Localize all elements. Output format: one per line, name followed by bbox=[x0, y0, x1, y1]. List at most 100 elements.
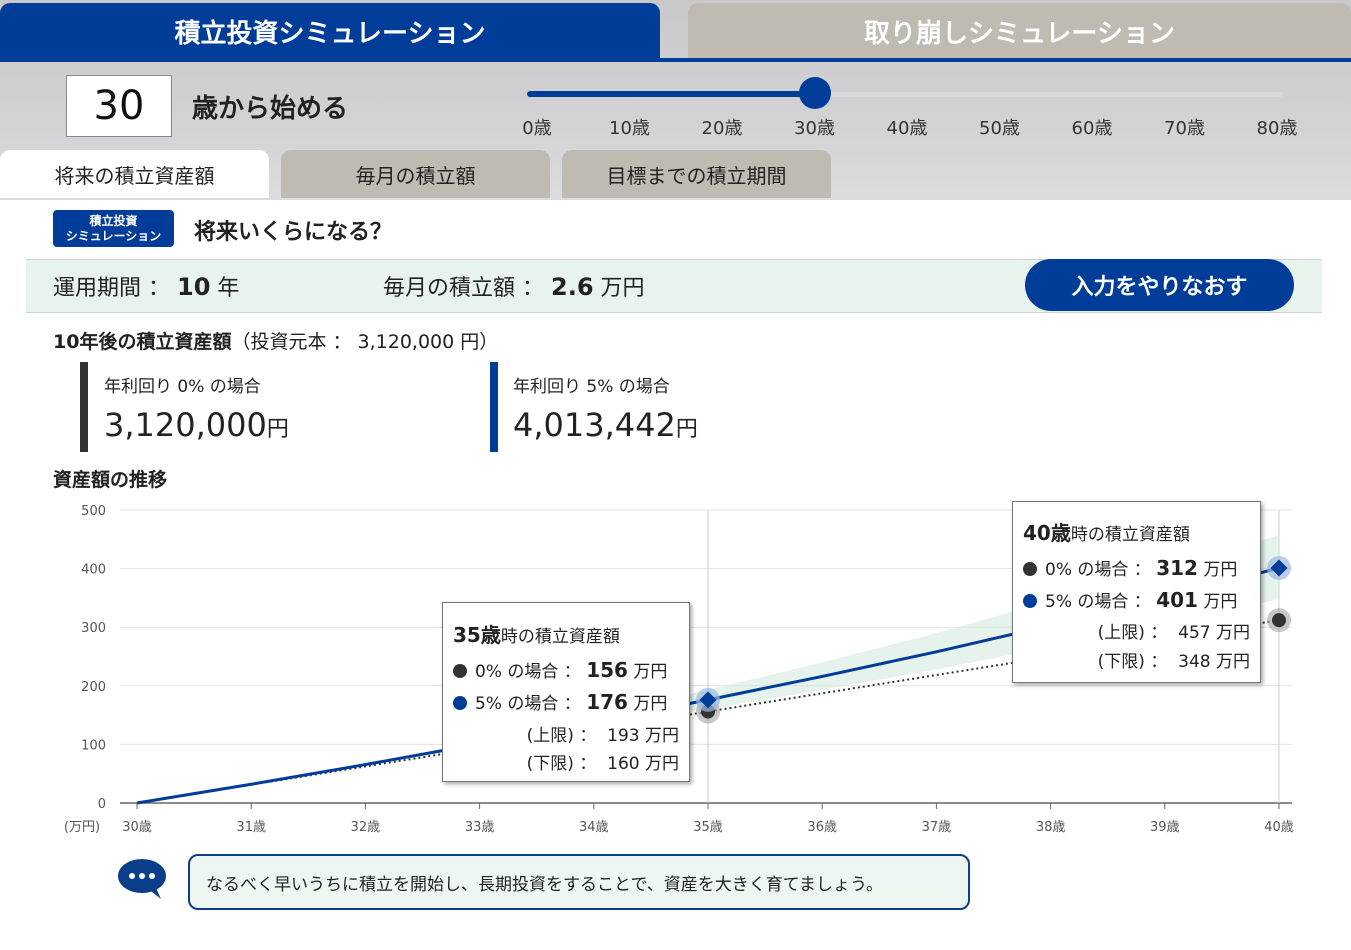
result-unit-5pct: 円 bbox=[675, 417, 698, 442]
tooltip-40-upper-label: (上限) ： bbox=[1097, 623, 1168, 643]
redo-input-button[interactable]: 入力をやりなおす bbox=[1025, 259, 1294, 311]
slider-tick-label: 50歳 bbox=[979, 118, 1020, 139]
tooltip-35-lower-label: (下限) ： bbox=[526, 754, 597, 774]
period-value: 10 bbox=[177, 273, 211, 301]
y-tick-label: 0 bbox=[98, 797, 106, 812]
chat-bubble-icon bbox=[117, 858, 167, 900]
tooltip-35-title: 35歳時の積立資産額 bbox=[453, 619, 620, 648]
tooltip-age-35: 35歳時の積立資産額 0% の場合 ： 156 万円 5% の場合 ： 176 … bbox=[442, 602, 690, 782]
result-amount-5pct: 4,013,442 bbox=[513, 406, 676, 444]
x-tick-label: 38歳 bbox=[1036, 820, 1066, 835]
slider-tick-label: 20歳 bbox=[701, 118, 743, 139]
monthly-label: 毎月の積立額 ： bbox=[383, 276, 544, 301]
result-bar-0pct bbox=[80, 362, 88, 452]
age-slider-fill bbox=[527, 91, 815, 97]
slider-tick-label: 0歳 bbox=[522, 118, 552, 139]
tab-underline bbox=[0, 58, 1351, 62]
dot-5pct-icon bbox=[453, 696, 467, 710]
y-tick-label: 500 bbox=[81, 504, 106, 519]
x-tick-label: 31歳 bbox=[236, 820, 266, 835]
result-unit-0pct: 円 bbox=[266, 417, 289, 442]
result-title: 10年後の積立資産額（投資元本 ： 3,120,000 円） bbox=[53, 327, 498, 354]
tooltip-35-lower-value: 160 bbox=[607, 754, 640, 774]
tooltip-40-5pct-unit: 万円 bbox=[1203, 592, 1238, 612]
slider-tick-label: 80歳 bbox=[1256, 118, 1298, 139]
slider-tick-label: 70歳 bbox=[1164, 118, 1205, 139]
tooltip-35-0pct-label: 0% の場合 ： bbox=[475, 662, 581, 682]
x-tick-label: 39歳 bbox=[1150, 820, 1180, 835]
tooltip-35-row-0pct: 0% の場合 ： 156 万円 bbox=[453, 657, 667, 682]
tooltip-35-0pct-unit: 万円 bbox=[633, 662, 668, 682]
tooltip-35-upper-label: (上限) ： bbox=[526, 726, 597, 746]
age-slider-handle[interactable] bbox=[798, 77, 831, 109]
x-tick-label: 32歳 bbox=[351, 820, 381, 835]
period-summary: 運用期間 ： 10 年 bbox=[53, 270, 239, 302]
x-tick-label: 37歳 bbox=[922, 820, 952, 835]
x-tick-label: 35歳 bbox=[693, 820, 723, 835]
x-tick-label: 33歳 bbox=[465, 820, 495, 835]
result-title-main: 10年後の積立資産額 bbox=[53, 331, 232, 353]
result-amount-0pct: 3,120,000 bbox=[104, 406, 267, 444]
x-tick-label: 40歳 bbox=[1264, 820, 1294, 835]
advice-note: なるべく早いうちに積立を開始し、長期投資をすることで、資産を大きく育てましょう。 bbox=[188, 854, 970, 910]
simulation-badge: 積立投資 シミュレーション bbox=[53, 210, 174, 247]
tooltip-40-5pct-value: 401 bbox=[1156, 588, 1198, 612]
tooltip-40-0pct-unit: 万円 bbox=[1203, 560, 1238, 580]
tooltip-40-row-0pct: 0% の場合 ： 312 万円 bbox=[1023, 555, 1237, 580]
tooltip-40-age: 40歳 bbox=[1023, 521, 1071, 545]
tooltip-40-0pct-value: 312 bbox=[1156, 556, 1198, 580]
start-age-label: 歳から始める bbox=[192, 94, 349, 124]
tooltip-35-5pct-unit: 万円 bbox=[633, 694, 668, 714]
tooltip-40-title: 40歳時の積立資産額 bbox=[1023, 517, 1190, 546]
tooltip-40-upper-unit: 万円 bbox=[1216, 623, 1250, 643]
dot-5pct-icon bbox=[1023, 594, 1037, 608]
tooltip-40-row-upper: (上限) ： 457 万円 bbox=[1098, 618, 1250, 643]
section-heading: 将来いくらになる？ bbox=[194, 220, 393, 245]
tooltip-35-upper-unit: 万円 bbox=[645, 726, 679, 746]
point-0pct bbox=[1272, 613, 1286, 628]
result-bar-5pct bbox=[490, 362, 498, 452]
x-tick-label: 36歳 bbox=[807, 820, 837, 835]
tab-monthly-amount[interactable]: 毎月の積立額 bbox=[281, 150, 550, 198]
tab-future-assets[interactable]: 将来の積立資産額 bbox=[0, 150, 269, 198]
tooltip-35-5pct-value: 176 bbox=[586, 690, 628, 714]
y-tick-label: 100 bbox=[81, 738, 106, 753]
result-value-5pct: 4,013,442円 bbox=[513, 406, 698, 444]
tooltip-40-lower-value: 348 bbox=[1178, 652, 1211, 672]
tooltip-40-upper-value: 457 bbox=[1178, 623, 1211, 643]
tooltip-35-0pct-value: 156 bbox=[586, 658, 628, 682]
monthly-unit: 万円 bbox=[600, 276, 645, 301]
period-unit: 年 bbox=[217, 276, 240, 301]
tab-period-to-goal[interactable]: 目標までの積立期間 bbox=[562, 150, 831, 198]
y-unit-label: (万円) bbox=[64, 820, 100, 835]
tooltip-age-40: 40歳時の積立資産額 0% の場合 ： 312 万円 5% の場合 ： 401 … bbox=[1012, 501, 1261, 683]
x-tick-label: 30歳 bbox=[122, 820, 152, 835]
tooltip-35-title-suffix: 時の積立資産額 bbox=[500, 627, 620, 647]
y-tick-label: 200 bbox=[81, 680, 106, 695]
badge-line1: 積立投資 bbox=[89, 213, 138, 228]
tooltip-40-lower-unit: 万円 bbox=[1216, 652, 1250, 672]
slider-tick-label: 60歳 bbox=[1071, 118, 1113, 139]
tooltip-40-row-lower: (下限) ： 348 万円 bbox=[1098, 647, 1250, 672]
tooltip-35-row-lower: (下限) ： 160 万円 bbox=[527, 749, 679, 774]
tooltip-40-title-suffix: 時の積立資産額 bbox=[1070, 525, 1190, 545]
monthly-summary: 毎月の積立額 ： 2.6 万円 bbox=[383, 270, 645, 302]
tooltip-40-lower-label: (下限) ： bbox=[1097, 652, 1168, 672]
slider-tick-label: 30歳 bbox=[794, 118, 835, 139]
tooltip-40-0pct-label: 0% の場合 ： bbox=[1045, 560, 1151, 580]
tooltip-35-age: 35歳 bbox=[453, 623, 501, 647]
start-age-input[interactable]: 30 bbox=[66, 75, 172, 137]
y-tick-label: 300 bbox=[81, 621, 106, 636]
monthly-value: 2.6 bbox=[551, 273, 594, 301]
tooltip-40-row-5pct: 5% の場合 ： 401 万円 bbox=[1023, 587, 1237, 612]
tab-accumulation-simulation[interactable]: 積立投資シミュレーション bbox=[0, 3, 660, 59]
y-tick-label: 400 bbox=[81, 563, 106, 578]
tooltip-35-row-upper: (上限) ： 193 万円 bbox=[527, 721, 679, 746]
tooltip-35-upper-value: 193 bbox=[607, 726, 640, 746]
dot-0pct-icon bbox=[453, 664, 467, 678]
badge-line2: シミュレーション bbox=[65, 228, 162, 243]
tab-withdrawal-simulation[interactable]: 取り崩しシミュレーション bbox=[688, 3, 1351, 59]
result-title-principal: （投資元本 ： 3,120,000 円） bbox=[231, 331, 499, 353]
slider-tick-label: 40歳 bbox=[886, 118, 928, 139]
slider-tick-label: 10歳 bbox=[609, 118, 650, 139]
